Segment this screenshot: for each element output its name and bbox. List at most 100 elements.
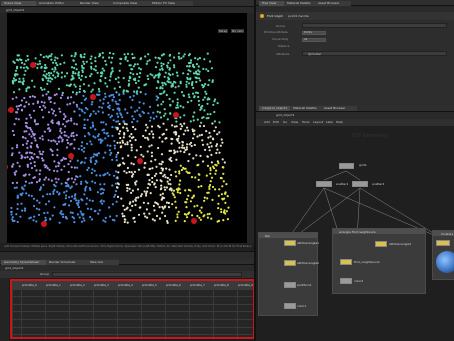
table-cell[interactable] [189,334,214,337]
table-cell[interactable] [117,303,142,313]
table-cell[interactable] [189,311,214,320]
table-row[interactable] [12,288,253,298]
menu-edit[interactable]: Edit [273,120,279,124]
table-cell[interactable] [237,296,253,305]
menu-go[interactable]: Go [283,120,287,124]
column-header[interactable]: primdata_5 [141,281,166,290]
network-canvas[interactable]: SOP Geometry grid1 scatter1 scatter2 Rip… [256,126,454,341]
table-row[interactable] [12,311,253,320]
table-cell[interactable] [165,326,190,336]
node-color2[interactable] [340,278,352,284]
viewport-timeline[interactable] [0,251,254,259]
table-cell[interactable] [21,326,46,336]
table-cell[interactable] [237,311,253,320]
table-cell[interactable] [237,303,253,313]
column-header[interactable]: primdata_2 [69,281,94,290]
table-cell[interactable] [189,303,214,313]
table-cell[interactable] [21,334,46,337]
table-cell[interactable] [165,334,190,337]
table-cell[interactable] [21,318,46,328]
table-cell[interactable] [237,288,253,298]
table-cell[interactable] [69,318,94,328]
table-cell[interactable] [141,296,166,305]
menu-view[interactable]: View [291,120,298,124]
table-cell[interactable] [141,288,166,298]
table-cell[interactable] [69,326,94,336]
table-cell[interactable] [189,288,214,298]
menu-labs[interactable]: Labs [326,120,333,124]
table-cell[interactable] [21,303,46,313]
menu-layout[interactable]: Layout [313,120,323,124]
table-cell[interactable] [117,288,142,298]
node-find-neighbours1[interactable] [340,259,352,265]
column-header[interactable]: primdata_4 [117,281,142,290]
table-cell[interactable] [189,318,214,328]
table-cell[interactable] [69,288,94,298]
group-field[interactable] [52,272,242,277]
column-header[interactable]: primdata_8 [213,281,238,290]
tab-net-asset-browser[interactable]: Asset Browser [321,106,357,111]
table-cell[interactable] [69,296,94,305]
column-header[interactable]: primdata_0 [21,281,46,290]
table-cell[interactable] [117,296,142,305]
param-field-group[interactable] [302,23,447,28]
node-color1[interactable] [284,303,296,309]
table-cell[interactable] [189,326,214,336]
cam-menu[interactable]: No cam [231,29,245,33]
table-cell[interactable] [45,326,70,336]
table-cell[interactable] [117,311,142,320]
column-header[interactable]: primdata_9 [237,281,253,290]
table-cell[interactable] [93,326,118,336]
table-cell[interactable] [45,296,70,305]
table-cell[interactable] [165,288,190,298]
menu-tools[interactable]: Tools [302,120,309,124]
table-cell[interactable] [213,334,238,337]
column-header[interactable] [12,281,22,290]
spreadsheet-path[interactable]: grid_object1 [5,266,24,270]
node-attribwrangle3[interactable] [375,241,387,247]
table-cell[interactable] [213,296,238,305]
table-cell[interactable] [165,303,190,313]
viewport-path[interactable]: grid_object1 [6,8,25,12]
node-scatter2[interactable] [352,181,368,187]
table-cell[interactable] [237,326,253,336]
table-cell[interactable] [141,334,166,337]
node-name-field[interactable]: point1 handle [288,14,309,18]
table-cell[interactable] [213,318,238,328]
table-row[interactable] [12,303,253,313]
table-cell[interactable] [21,288,46,298]
table-cell[interactable] [12,334,22,337]
table-cell[interactable] [12,303,22,313]
table-cell[interactable] [21,311,46,320]
table-cell[interactable] [93,288,118,298]
node-attribwrangle4[interactable] [436,240,450,246]
table-cell[interactable] [12,296,22,305]
table-cell[interactable] [12,326,22,336]
node-scatter1[interactable] [316,181,332,187]
table-cell[interactable] [165,311,190,320]
table-cell[interactable] [45,334,70,337]
node-grid1[interactable] [339,163,354,169]
menu-help[interactable]: Help [336,120,343,124]
param-field-attribute[interactable] [302,51,447,56]
table-cell[interactable] [45,288,70,298]
table-cell[interactable] [213,288,238,298]
table-cell[interactable] [12,318,22,328]
table-cell[interactable] [45,318,70,328]
table-cell[interactable] [45,303,70,313]
network-path[interactable]: grid_object1 [276,113,295,117]
table-cell[interactable] [69,334,94,337]
column-header[interactable]: primdata_6 [165,281,190,290]
table-cell[interactable] [237,334,253,337]
table-cell[interactable] [141,311,166,320]
table-cell[interactable] [21,296,46,305]
table-cell[interactable] [117,326,142,336]
tab-motion-fx-view[interactable]: Motion FX View [149,1,193,6]
tab-animation-editor[interactable]: Animation Editor [36,1,82,6]
table-cell[interactable] [213,311,238,320]
table-cell[interactable] [189,296,214,305]
table-cell[interactable] [45,311,70,320]
node-attribwrangle1[interactable] [284,240,296,246]
table-row[interactable] [12,296,253,305]
table-cell[interactable] [69,303,94,313]
